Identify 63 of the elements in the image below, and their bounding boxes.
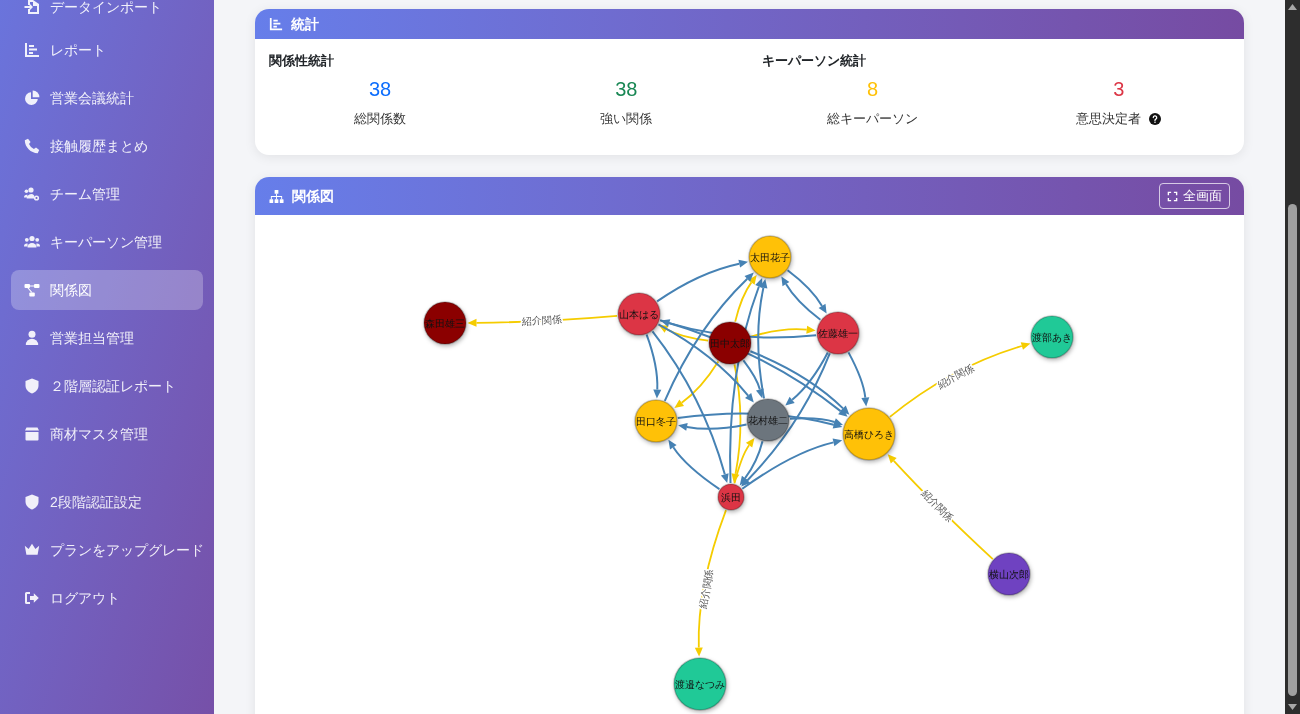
node-label: 田口冬子 [636,415,676,427]
sidebar-item[interactable]: 商材マスタ管理 [11,414,203,454]
sidebar-item[interactable]: キーパーソン管理 [11,222,203,262]
edge-label: 紹介関係 [697,568,715,610]
node-label: 山本はる [619,308,659,320]
expand-icon [1167,190,1178,202]
help-icon[interactable] [1149,113,1162,125]
sidebar-item[interactable]: データインポート [11,0,203,22]
bar-chart-icon [269,17,283,31]
scrollbar[interactable] [1285,0,1300,714]
stat-label: 総キーパーソン [827,110,919,128]
node-label: 浜田 [721,491,741,503]
sidebar-item[interactable]: プランをアップグレード [11,530,203,570]
scrollbar-thumb[interactable] [1288,204,1297,696]
sidebar-item[interactable]: レポート [11,30,203,70]
node-label: 渡邉なつみ [675,678,725,690]
network-icon [24,282,40,298]
box-icon [24,426,40,442]
sidebar-item[interactable]: ログアウト [11,578,203,618]
stat-value: 38 [615,77,638,102]
user-icon [24,330,40,346]
sidebar-item[interactable]: チーム管理 [11,174,203,214]
node-label: 佐藤雄一 [818,327,858,339]
users-gear-icon [24,186,40,202]
stat-value: 38 [369,77,392,102]
stat-label: 意思決定者 [1076,110,1142,128]
stat-label: 総関係数 [354,110,407,128]
crown-icon [24,542,40,558]
sidebar-item[interactable]: ２階層認証レポート [11,366,203,406]
sitemap-icon [269,188,284,204]
scroll-down-icon[interactable] [1288,704,1297,710]
logout-icon [24,590,40,606]
stat-value: 3 [1113,77,1125,102]
sidebar-item[interactable]: 関係図 [11,270,203,310]
stat-label: 強い関係 [600,110,653,128]
fullscreen-button[interactable]: 全画面 [1159,183,1230,209]
edge-label: 紹介関係 [935,362,976,391]
pie-chart-icon [24,90,40,106]
section-title: キーパーソン統計 [760,52,867,70]
edge-label: 紹介関係 [919,487,956,524]
connector-arrow [786,269,827,314]
phone-icon [24,138,40,154]
shield-icon [24,378,40,394]
node-label: 森田雄三 [425,317,465,329]
sidebar-item[interactable]: 2段階認証設定 [11,482,203,522]
file-arrow-icon [24,0,40,15]
shield-icon [24,494,40,510]
card-title: 統計 [291,15,319,34]
bar-chart-icon [24,42,40,58]
node-label: 田中太郎 [710,337,750,349]
section-title: 関係性統計 [268,52,335,70]
card-title: 関係図 [292,187,334,206]
edge-label: 紹介関係 [521,313,563,327]
node-label: 太田花子 [750,251,790,263]
sidebar-item[interactable]: 営業担当管理 [11,318,203,358]
node-label: 横山次郎 [989,568,1029,580]
node-label: 渡部あき [1032,331,1072,343]
stat-value: 8 [867,77,879,102]
sidebar-item[interactable]: 営業会議統計 [11,78,203,118]
node-label: 高橋ひろき [844,428,894,440]
users-icon [24,234,40,250]
sidebar-item[interactable]: 接触履歴まとめ [11,126,203,166]
scroll-up-icon[interactable] [1288,4,1297,10]
